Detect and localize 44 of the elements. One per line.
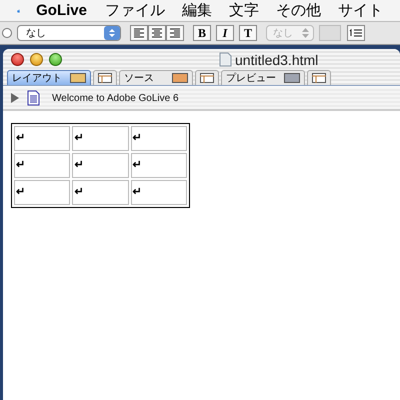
page-title-text: Welcome to Adobe GoLive 6 (52, 92, 179, 106)
align-right-icon[interactable] (166, 25, 184, 41)
table-cell[interactable]: ↵ (130, 180, 187, 205)
table-cell[interactable]: ↵ (14, 180, 70, 205)
minimize-button[interactable] (30, 52, 43, 66)
window-title: untitled3.html (235, 51, 318, 70)
icon-tab[interactable] (307, 70, 331, 85)
table-cell[interactable]: ↵ (72, 153, 129, 178)
table-cell[interactable]: ↵ (72, 180, 129, 205)
table-cell[interactable]: ↵ (14, 126, 70, 151)
stepper-icon (302, 28, 309, 38)
numbered-list-icon[interactable] (347, 25, 365, 41)
view-icon (284, 73, 300, 83)
disclosure-triangle[interactable] (10, 93, 19, 103)
icon-tab[interactable] (195, 70, 219, 85)
menu-item[interactable]: 文字 (229, 3, 259, 18)
page-icon (27, 90, 40, 106)
style-select[interactable]: なし (17, 25, 121, 41)
menu-item[interactable]: 編集 (182, 3, 212, 18)
app-menu[interactable]: GoLive (36, 3, 87, 18)
table-cell[interactable]: ↵ (72, 126, 129, 151)
teletype-button[interactable]: T (239, 25, 257, 41)
tab[interactable]: レイアウト (7, 70, 91, 85)
tab[interactable]: ソース (119, 70, 193, 85)
view-icon (172, 73, 188, 83)
table-cell[interactable]: ↵ (14, 153, 70, 178)
document-icon (219, 52, 232, 67)
zoom-button[interactable] (49, 52, 62, 66)
table-cell[interactable]: ↵ (130, 153, 187, 178)
menu-item[interactable]: ファイル (105, 3, 165, 18)
tab[interactable]: プレビュー (221, 70, 305, 85)
menu-item[interactable]: サイト (338, 3, 383, 18)
view-icon (70, 73, 86, 83)
menu-item[interactable]: その他 (276, 3, 321, 18)
italic-button[interactable]: I (216, 25, 234, 41)
icon-tab[interactable] (93, 70, 117, 85)
stepper-icon (104, 26, 120, 40)
align-center-icon[interactable] (148, 25, 166, 41)
close-button[interactable] (11, 52, 24, 66)
bold-button[interactable]: B (193, 25, 211, 41)
table-cell[interactable]: ↵ (130, 126, 187, 151)
radio-icon[interactable] (2, 28, 12, 38)
color-swatch[interactable] (319, 25, 341, 41)
align-left-icon[interactable] (130, 25, 148, 41)
